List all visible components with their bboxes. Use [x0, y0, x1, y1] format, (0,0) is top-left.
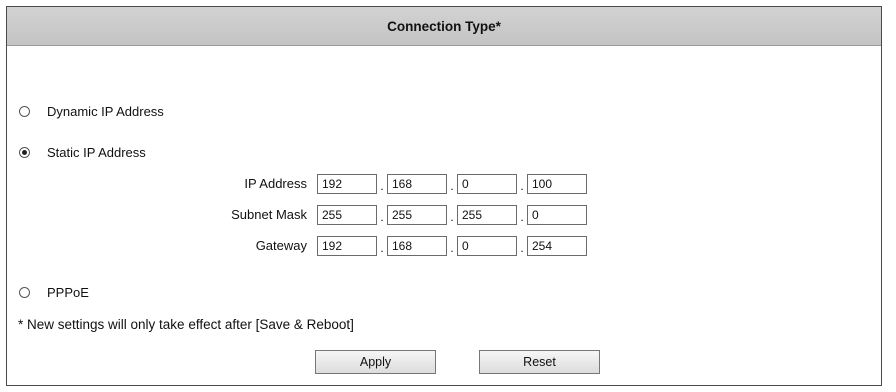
- ip-address-row: IP Address . . .: [157, 172, 617, 195]
- octet-separator: .: [380, 178, 384, 193]
- pppoe-option[interactable]: PPPoE: [19, 285, 89, 300]
- subnet-mask-octet-1[interactable]: [317, 204, 377, 225]
- gateway-octet-2[interactable]: [387, 235, 447, 256]
- ip-address-octet-3[interactable]: [457, 173, 517, 194]
- octet-separator: .: [380, 240, 384, 255]
- panel-header: Connection Type*: [7, 7, 881, 46]
- panel-title: Connection Type*: [387, 18, 501, 34]
- gateway-label: Gateway: [255, 238, 307, 253]
- pppoe-radio[interactable]: [19, 287, 30, 298]
- dynamic-ip-label: Dynamic IP Address: [47, 104, 164, 119]
- gateway-octet-4[interactable]: [527, 235, 587, 256]
- static-ip-label: Static IP Address: [47, 145, 146, 160]
- subnet-mask-octet-4[interactable]: [527, 204, 587, 225]
- gateway-row: Gateway . . .: [157, 234, 617, 257]
- gateway-octet-3[interactable]: [457, 235, 517, 256]
- ip-address-octet-1[interactable]: [317, 173, 377, 194]
- octet-separator: .: [450, 209, 454, 224]
- dynamic-ip-option[interactable]: Dynamic IP Address: [19, 104, 164, 119]
- octet-separator: .: [520, 240, 524, 255]
- ip-address-octet-4[interactable]: [527, 173, 587, 194]
- octet-separator: .: [450, 240, 454, 255]
- octet-separator: .: [520, 178, 524, 193]
- ip-address-label: IP Address: [244, 176, 307, 191]
- connection-type-panel: Connection Type* Dynamic IP Address Stat…: [6, 6, 882, 386]
- octet-separator: .: [450, 178, 454, 193]
- pppoe-label: PPPoE: [47, 285, 89, 300]
- subnet-mask-octet-3[interactable]: [457, 204, 517, 225]
- dynamic-ip-radio[interactable]: [19, 106, 30, 117]
- ip-address-octet-2[interactable]: [387, 173, 447, 194]
- gateway-octet-1[interactable]: [317, 235, 377, 256]
- subnet-mask-row: Subnet Mask . . .: [157, 203, 617, 226]
- static-ip-option[interactable]: Static IP Address: [19, 145, 146, 160]
- octet-separator: .: [520, 209, 524, 224]
- reboot-note: * New settings will only take effect aft…: [18, 317, 354, 332]
- octet-separator: .: [380, 209, 384, 224]
- subnet-mask-octet-2[interactable]: [387, 204, 447, 225]
- apply-button[interactable]: Apply: [315, 350, 436, 374]
- subnet-mask-label: Subnet Mask: [231, 207, 307, 222]
- static-ip-radio[interactable]: [19, 147, 30, 158]
- reset-button[interactable]: Reset: [479, 350, 600, 374]
